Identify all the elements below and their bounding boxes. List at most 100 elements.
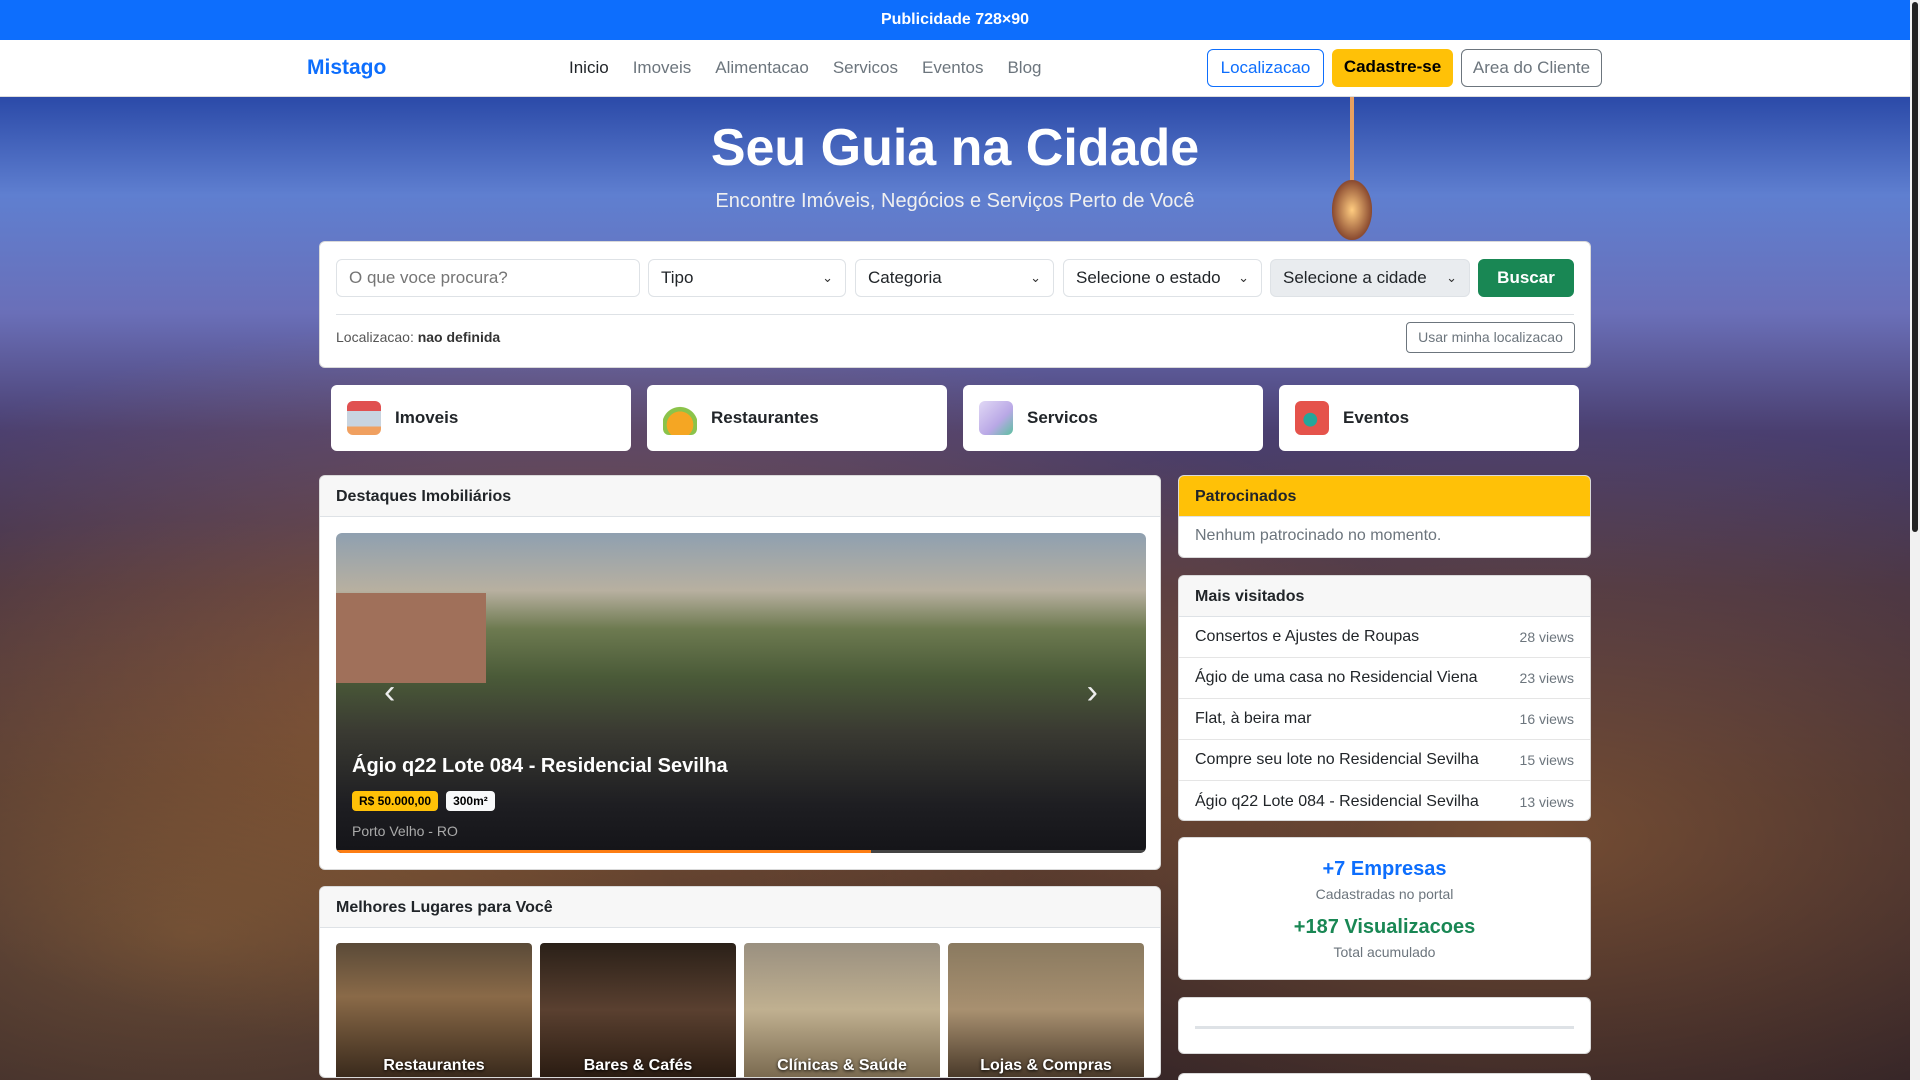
most-visited-item[interactable]: Compre seu lote no Residencial Sevilha 15… bbox=[1179, 740, 1590, 781]
hero-subtitle: Encontre Imóveis, Negócios e Serviços Pe… bbox=[715, 190, 1195, 212]
item-name: Consertos e Ajustes de Roupas bbox=[1195, 628, 1420, 645]
chevron-down-icon: ⌄ bbox=[1030, 270, 1041, 285]
price-badge: R$ 50.000,00 bbox=[352, 791, 439, 811]
most-visited-item[interactable]: Consertos e Ajustes de Roupas 28 views bbox=[1179, 617, 1590, 658]
item-views: 13 views bbox=[1519, 793, 1574, 810]
food-bowl-icon bbox=[663, 401, 697, 435]
category-label: Restaurantes bbox=[711, 408, 819, 427]
divider bbox=[336, 314, 1574, 315]
slide-progress-fill bbox=[336, 850, 871, 853]
carousel-next-icon[interactable]: › bbox=[1087, 673, 1098, 712]
category-label: Servicos bbox=[1027, 408, 1098, 427]
hero-title: Seu Guia na Cidade bbox=[710, 119, 1200, 177]
client-area-button[interactable]: Area do Cliente bbox=[1461, 49, 1602, 87]
placeholder-card bbox=[1178, 997, 1591, 1054]
scrollbar[interactable] bbox=[1910, 0, 1920, 1080]
item-name: Compre seu lote no Residencial Sevilha bbox=[1195, 751, 1479, 768]
nav-link-servicos[interactable]: Servicos bbox=[833, 58, 898, 78]
type-select[interactable]: Tipo ⌄ bbox=[648, 259, 846, 297]
slide-title[interactable]: Ágio q22 Lote 084 - Residencial Sevilha bbox=[352, 755, 728, 778]
location-button[interactable]: Localizacao bbox=[1207, 49, 1324, 87]
slide-photo-wall bbox=[336, 593, 486, 683]
state-select[interactable]: Selecione o estado ⌄ bbox=[1063, 259, 1262, 297]
place-card-restaurantes[interactable]: Restaurantes bbox=[336, 943, 532, 1077]
most-visited-item[interactable]: Ágio de uma casa no Residencial Viena 23 … bbox=[1179, 658, 1590, 699]
category-label: Imoveis bbox=[395, 408, 459, 427]
most-visited-title: Mais visitados bbox=[1179, 576, 1590, 617]
most-visited-card: Mais visitados Consertos e Ajustes de Ro… bbox=[1178, 575, 1591, 821]
most-visited-item[interactable]: Ágio q22 Lote 084 - Residencial Sevilha 1… bbox=[1179, 781, 1590, 820]
search-button[interactable]: Buscar bbox=[1478, 259, 1574, 297]
type-select-value: Tipo bbox=[661, 268, 694, 287]
category-card-imoveis[interactable]: Imoveis bbox=[331, 385, 631, 451]
carousel-prev-icon[interactable]: ‹ bbox=[384, 673, 395, 712]
ad-banner[interactable]: Publicidade 728×90 bbox=[0, 0, 1910, 40]
category-card-restaurantes[interactable]: Restaurantes bbox=[647, 385, 947, 451]
location-status: Localizacao: nao definida bbox=[336, 329, 500, 345]
sponsored-title: Patrocinados bbox=[1179, 476, 1590, 517]
companies-count: +7 Empresas bbox=[1322, 858, 1447, 880]
place-card-lojas[interactable]: Lojas & Compras bbox=[948, 943, 1144, 1077]
calendar-info-icon bbox=[1295, 401, 1329, 435]
chevron-down-icon: ⌄ bbox=[1238, 270, 1249, 285]
item-name: Ágio q22 Lote 084 - Residencial Sevilha bbox=[1195, 792, 1479, 810]
search-input[interactable] bbox=[336, 259, 640, 297]
featured-title: Destaques Imobiliários bbox=[320, 476, 1160, 517]
place-card-clinicas[interactable]: Clínicas & Saúde bbox=[744, 943, 940, 1077]
loading-placeholder bbox=[1195, 1026, 1574, 1029]
chevron-down-icon: ⌄ bbox=[822, 270, 833, 285]
nav-links: Inicio Imoveis Alimentacao Servicos Even… bbox=[569, 58, 1041, 78]
category-card-eventos[interactable]: Eventos bbox=[1279, 385, 1579, 451]
sponsored-empty: Nenhum patrocinado no momento. bbox=[1195, 527, 1442, 544]
signup-button[interactable]: Cadastre-se bbox=[1332, 49, 1453, 87]
house-icon bbox=[347, 401, 381, 435]
slide-progress-track bbox=[336, 850, 1146, 853]
item-views: 16 views bbox=[1519, 711, 1574, 727]
item-views: 23 views bbox=[1519, 670, 1574, 686]
location-label: Localizacao: bbox=[336, 329, 414, 345]
area-badge: 300m² bbox=[446, 791, 495, 811]
item-views: 15 views bbox=[1519, 752, 1574, 768]
views-count: +187 Visualizacoes bbox=[1293, 916, 1476, 938]
checklist-icon bbox=[979, 401, 1013, 435]
place-label: Bares & Cafés bbox=[583, 1057, 693, 1074]
place-label: Clínicas & Saúde bbox=[777, 1057, 907, 1074]
use-location-button[interactable]: Usar minha localizacao bbox=[1406, 322, 1575, 353]
slide-location: Porto Velho - RO bbox=[352, 823, 458, 839]
best-places-title: Melhores Lugares para Você bbox=[320, 887, 1160, 928]
item-views: 28 views bbox=[1519, 629, 1574, 645]
sponsored-card: Patrocinados Nenhum patrocinado no momen… bbox=[1178, 475, 1591, 558]
views-label: Total acumulado bbox=[1333, 944, 1436, 960]
nav-link-inicio[interactable]: Inicio bbox=[569, 58, 609, 78]
scrollbar-thumb[interactable] bbox=[1912, 2, 1918, 532]
logo[interactable]: Mistago bbox=[307, 56, 386, 80]
place-card-bares[interactable]: Bares & Cafés bbox=[540, 943, 736, 1077]
nav-link-blog[interactable]: Blog bbox=[1007, 58, 1041, 78]
featured-properties-card: Destaques Imobiliários ‹ › Ágio q22 Lote… bbox=[319, 475, 1161, 870]
item-name: Flat, à beira mar bbox=[1195, 710, 1312, 727]
category-card-servicos[interactable]: Servicos bbox=[963, 385, 1263, 451]
place-label: Lojas & Compras bbox=[980, 1057, 1112, 1074]
sidebar-card bbox=[1178, 1073, 1591, 1080]
city-select[interactable]: Selecione a cidade ⌄ bbox=[1270, 259, 1470, 297]
most-visited-list: Consertos e Ajustes de Roupas 28 views Ági… bbox=[1179, 617, 1590, 820]
nav-link-imoveis[interactable]: Imoveis bbox=[633, 58, 692, 78]
search-card: Tipo ⌄ Categoria ⌄ Selecione o estado ⌄ Sel… bbox=[319, 241, 1591, 368]
companies-label: Cadastradas no portal bbox=[1315, 886, 1454, 902]
nav-link-alimentacao[interactable]: Alimentacao bbox=[715, 58, 809, 78]
navbar: Mistago Inicio Imoveis Alimentacao Servi… bbox=[0, 40, 1910, 97]
most-visited-item[interactable]: Flat, à beira mar 16 views bbox=[1179, 699, 1590, 740]
chevron-down-icon: ⌄ bbox=[1446, 270, 1457, 285]
city-select-value: Selecione a cidade bbox=[1283, 268, 1427, 287]
category-select-value: Categoria bbox=[868, 268, 942, 287]
place-label: Restaurantes bbox=[383, 1057, 485, 1074]
item-name: Ágio de uma casa no Residencial Viena bbox=[1195, 669, 1478, 686]
featured-carousel[interactable]: ‹ › Ágio q22 Lote 084 - Residencial Sevi… bbox=[336, 533, 1146, 853]
best-places-card: Melhores Lugares para Você Restaurantes … bbox=[319, 886, 1161, 1078]
category-select[interactable]: Categoria ⌄ bbox=[855, 259, 1054, 297]
location-value: nao definida bbox=[417, 329, 501, 345]
slide-badges: R$ 50.000,00 300m² bbox=[352, 791, 495, 811]
state-select-value: Selecione o estado bbox=[1076, 268, 1221, 287]
nav-link-eventos[interactable]: Eventos bbox=[922, 58, 983, 78]
category-label: Eventos bbox=[1343, 408, 1410, 427]
